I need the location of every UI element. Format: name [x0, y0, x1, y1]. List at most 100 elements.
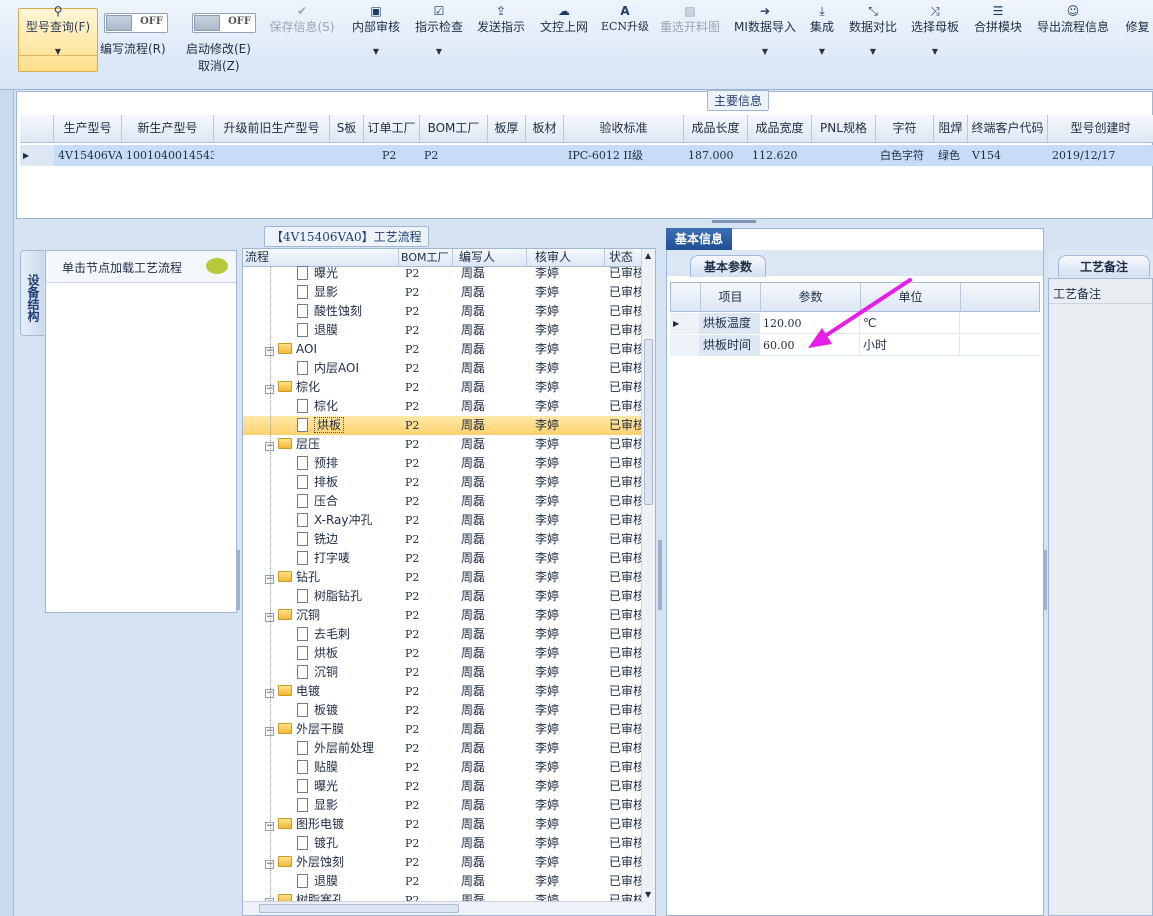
merge-module-button[interactable]: ☰ 合拼模块 — [970, 4, 1026, 35]
save-info-button[interactable]: ✔ 保存信息(S) — [266, 4, 338, 35]
select-mother-board-button[interactable]: ⤨ 选择母板 ▼ — [908, 4, 962, 56]
tree-row[interactable]: 烘板 P2 周磊 李婷 已审核 — [243, 416, 643, 435]
tree-row[interactable]: 显影 P2 周磊 李婷 已审核 — [243, 283, 643, 302]
data-compare-button[interactable]: ⤡ 数据对比 ▼ — [846, 4, 900, 56]
tree-row[interactable]: 打字唛 P2 周磊 李婷 已审核 — [243, 549, 643, 568]
tree-node[interactable]: − 外层干膜 — [265, 720, 344, 739]
tree-node[interactable]: − 棕化 — [265, 378, 320, 397]
tree-row[interactable]: 曝光 P2 周磊 李婷 已审核 — [243, 264, 643, 283]
column-header[interactable]: BOM工厂 — [420, 115, 488, 142]
column-header[interactable]: 成品长度 — [684, 115, 748, 142]
tree-node[interactable]: 去毛刺 — [297, 625, 350, 644]
vertical-splitter[interactable] — [1043, 550, 1047, 610]
column-header[interactable]: 生产型号 — [54, 115, 122, 142]
export-flow-button[interactable]: ☺ 导出流程信息 — [1034, 4, 1112, 35]
start-modify-label[interactable]: 启动修改(E) — [186, 40, 251, 57]
ecn-upgrade-button[interactable]: A ECN升级 — [600, 4, 650, 34]
column-header[interactable]: 新生产型号 — [122, 115, 214, 142]
column-header[interactable]: 板材 — [526, 115, 564, 142]
tree-row[interactable]: 去毛刺 P2 周磊 李婷 已审核 — [243, 625, 643, 644]
cancel-button[interactable]: 取消(Z) — [198, 57, 240, 74]
tree-row[interactable]: 曝光 P2 周磊 李婷 已审核 — [243, 777, 643, 796]
edit-flow-label[interactable]: 编写流程(R) — [100, 40, 166, 57]
tree-row[interactable]: −棕化 P2 周磊 李婷 已审核 — [243, 378, 643, 397]
basic-info-tab[interactable]: 基本信息 — [666, 228, 732, 250]
tree-row[interactable]: 内层AOI P2 周磊 李婷 已审核 — [243, 359, 643, 378]
tree-node[interactable]: 排板 — [297, 473, 338, 492]
column-header[interactable]: PNL规格 — [812, 115, 876, 142]
tree-row[interactable]: 退膜 P2 周磊 李婷 已审核 — [243, 321, 643, 340]
reselect-cutting-button[interactable]: ▨ 重选开料图 — [658, 4, 722, 35]
doc-control-online-button[interactable]: ☁ 文控上网 — [537, 4, 591, 35]
tree-row[interactable]: X-Ray冲孔 P2 周磊 李婷 已审核 — [243, 511, 643, 530]
column-header[interactable]: 项目 — [701, 283, 761, 312]
tree-row[interactable]: 镀孔 P2 周磊 李婷 已审核 — [243, 834, 643, 853]
vertical-scrollbar[interactable]: ▲ ▼ — [641, 249, 655, 915]
scroll-up-icon[interactable]: ▲ — [645, 251, 651, 260]
chevron-down-icon[interactable]: ▼ — [18, 47, 98, 56]
column-header[interactable]: 型号创建时 — [1048, 115, 1153, 142]
tree-node[interactable]: − AOI — [265, 340, 317, 359]
column-header[interactable]: 升级前旧生产型号 — [214, 115, 330, 142]
tree-node[interactable]: − 外层蚀刻 — [265, 853, 344, 872]
tree-node[interactable]: 内层AOI — [297, 359, 359, 378]
tree-node[interactable]: − 钻孔 — [265, 568, 320, 587]
chevron-down-icon[interactable]: ▼ — [412, 47, 466, 56]
tree-row[interactable]: 树脂钻孔 P2 周磊 李婷 已审核 — [243, 587, 643, 606]
tree-row[interactable]: −钻孔 P2 周磊 李婷 已审核 — [243, 568, 643, 587]
model-query[interactable]: ⚲ 型号查询(F) ▼ — [18, 4, 98, 56]
tree-row[interactable]: 沉铜 P2 周磊 李婷 已审核 — [243, 663, 643, 682]
tree-node[interactable]: 贴膜 — [297, 758, 338, 777]
vertical-splitter[interactable] — [237, 550, 240, 610]
tree-node[interactable]: − 电镀 — [265, 682, 320, 701]
internal-review-button[interactable]: ▣ 内部审核 ▼ — [348, 4, 404, 56]
tree-node[interactable]: 显影 — [297, 283, 338, 302]
tree-node[interactable]: 酸性蚀刻 — [297, 302, 362, 321]
integrate-button[interactable]: ⤓ 集成 ▼ — [806, 4, 838, 56]
tree-node[interactable]: − 沉铜 — [265, 606, 320, 625]
tree-row[interactable]: 板镀 P2 周磊 李婷 已审核 — [243, 701, 643, 720]
tree-row[interactable]: 棕化 P2 周磊 李婷 已审核 — [243, 397, 643, 416]
equipment-structure-tab[interactable]: 设备结构 — [20, 250, 44, 336]
tree-node[interactable]: 显影 — [297, 796, 338, 815]
column-header[interactable]: 字符 — [876, 115, 934, 142]
table-row[interactable]: ▶ 4V15406VA0 10010400145435 P2 P2 IPC-60… — [20, 145, 1153, 166]
column-header[interactable]: 成品宽度 — [748, 115, 812, 142]
chevron-down-icon[interactable]: ▼ — [908, 47, 962, 56]
tree-row[interactable]: −层压 P2 周磊 李婷 已审核 — [243, 435, 643, 454]
tree-row[interactable]: −外层干膜 P2 周磊 李婷 已审核 — [243, 720, 643, 739]
tree-node[interactable]: 烘板 — [297, 644, 338, 663]
scroll-thumb[interactable] — [259, 904, 459, 913]
column-header[interactable]: 阻焊 — [934, 115, 968, 142]
tree-node[interactable]: 退膜 — [297, 321, 338, 340]
edit-flow-toggle[interactable]: OFF — [104, 13, 168, 33]
chevron-down-icon[interactable]: ▼ — [806, 47, 838, 56]
scroll-thumb[interactable] — [644, 339, 653, 505]
send-instruction-button[interactable]: ⇪ 发送指示 — [474, 4, 528, 35]
tree-row[interactable]: 烘板 P2 周磊 李婷 已审核 — [243, 644, 643, 663]
column-header[interactable]: 板厚 — [488, 115, 526, 142]
column-header[interactable]: 验收标准 — [564, 115, 684, 142]
tree-row[interactable]: −电镀 P2 周磊 李婷 已审核 — [243, 682, 643, 701]
tree-node[interactable]: 树脂钻孔 — [297, 587, 362, 606]
tree-row[interactable]: 压合 P2 周磊 李婷 已审核 — [243, 492, 643, 511]
tree-node[interactable]: 烘板 — [297, 416, 345, 435]
tree-row[interactable]: −AOI P2 周磊 李婷 已审核 — [243, 340, 643, 359]
tree-node[interactable]: 棕化 — [297, 397, 338, 416]
tree-node[interactable]: − 层压 — [265, 435, 320, 454]
tree-node[interactable]: 板镀 — [297, 701, 338, 720]
tree-node[interactable]: 镀孔 — [297, 834, 338, 853]
horizontal-scrollbar[interactable] — [243, 901, 643, 915]
column-header[interactable]: 订单工厂 — [364, 115, 420, 142]
tree-row[interactable]: −沉铜 P2 周磊 李婷 已审核 — [243, 606, 643, 625]
basic-params-tab[interactable]: 基本参数 — [690, 255, 766, 277]
column-header[interactable]: 终端客户代码 — [968, 115, 1048, 142]
tree-node[interactable]: X-Ray冲孔 — [297, 511, 372, 530]
tree-row[interactable]: 退膜 P2 周磊 李婷 已审核 — [243, 872, 643, 891]
chevron-down-icon[interactable]: ▼ — [846, 47, 900, 56]
tree-row[interactable]: 酸性蚀刻 P2 周磊 李婷 已审核 — [243, 302, 643, 321]
mi-import-button[interactable]: ➔ MI数据导入 ▼ — [730, 4, 800, 56]
scroll-down-icon[interactable]: ▼ — [645, 890, 651, 899]
tree-node[interactable]: − 图形电镀 — [265, 815, 344, 834]
tree-node[interactable]: 退膜 — [297, 872, 338, 891]
